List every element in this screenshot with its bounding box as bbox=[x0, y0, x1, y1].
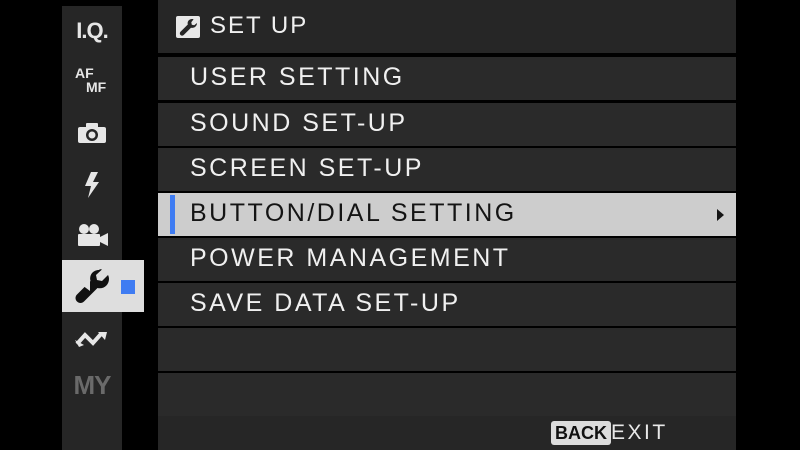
tab-shooting-setting[interactable] bbox=[62, 110, 122, 156]
menu-header: SET UP bbox=[158, 0, 736, 53]
submenu-arrow-icon bbox=[717, 209, 724, 221]
camera-icon bbox=[78, 123, 106, 143]
exit-label: EXIT bbox=[611, 421, 668, 444]
menu-item-user-setting[interactable]: USER SETTING bbox=[158, 57, 736, 100]
mf-text: MF bbox=[86, 79, 107, 95]
menu-item-label: SOUND SET-UP bbox=[190, 109, 408, 137]
image-quality-label: I.Q. bbox=[76, 18, 108, 43]
menu-item-sound-set-up[interactable]: SOUND SET-UP bbox=[158, 103, 736, 146]
af-mf-icon: AF MF bbox=[74, 66, 110, 96]
active-tab-pointer bbox=[82, 279, 90, 291]
tab-af-mf[interactable]: AF MF bbox=[62, 58, 122, 104]
tab-movie-setting[interactable] bbox=[62, 212, 122, 258]
my-menu-label: MY bbox=[73, 369, 112, 400]
menu-item-button-dial-setting[interactable]: BUTTON/DIAL SETTING bbox=[158, 193, 736, 236]
wrench-icon bbox=[176, 16, 200, 38]
menu-item-label: SAVE DATA SET-UP bbox=[190, 289, 461, 317]
tab-flash-setting[interactable] bbox=[62, 162, 122, 208]
flash-icon bbox=[85, 172, 99, 198]
menu-tab-strip: I.Q. AF MF MY bbox=[62, 6, 144, 450]
selection-indicator bbox=[170, 195, 175, 234]
tab-set-up[interactable] bbox=[62, 260, 144, 312]
menu-item-empty bbox=[158, 328, 736, 371]
tab-connection-setting[interactable] bbox=[62, 316, 122, 362]
tab-my-menu[interactable]: MY bbox=[62, 362, 122, 408]
active-tab-marker bbox=[121, 280, 135, 294]
menu-item-label: BUTTON/DIAL SETTING bbox=[190, 199, 517, 227]
menu-footer: BACK EXIT bbox=[158, 416, 736, 450]
menu-item-save-data-set-up[interactable]: SAVE DATA SET-UP bbox=[158, 283, 736, 326]
menu-item-empty bbox=[158, 373, 736, 416]
wrench-icon bbox=[75, 269, 109, 303]
menu-item-label: USER SETTING bbox=[190, 63, 405, 91]
connection-icon bbox=[75, 332, 107, 347]
setup-menu-panel: SET UP USER SETTING SOUND SET-UP SCREEN … bbox=[158, 0, 736, 450]
movie-camera-icon bbox=[78, 224, 108, 246]
menu-item-screen-set-up[interactable]: SCREEN SET-UP bbox=[158, 148, 736, 191]
camera-menu-screen: I.Q. AF MF MY SET UP USER SETTING SOUND … bbox=[0, 0, 800, 450]
menu-item-label: POWER MANAGEMENT bbox=[190, 244, 511, 272]
menu-item-power-management[interactable]: POWER MANAGEMENT bbox=[158, 238, 736, 281]
page-title: SET UP bbox=[210, 12, 309, 39]
menu-item-label: SCREEN SET-UP bbox=[190, 154, 424, 182]
back-button[interactable]: BACK bbox=[551, 421, 611, 445]
tab-image-quality[interactable]: I.Q. bbox=[62, 8, 122, 54]
